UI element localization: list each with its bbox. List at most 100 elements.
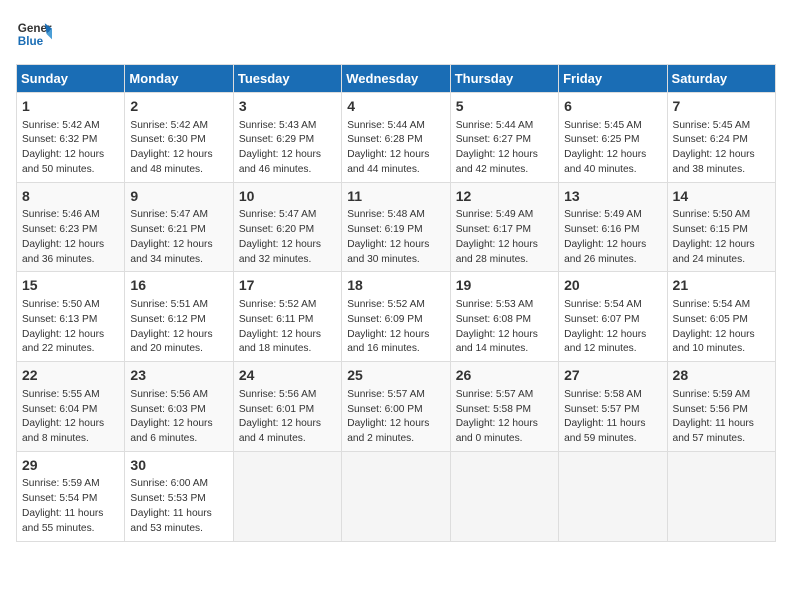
- day-number: 29: [22, 456, 119, 476]
- day-number: 5: [456, 97, 553, 117]
- day-number: 28: [673, 366, 770, 386]
- day-info: Sunrise: 5:55 AM Sunset: 6:04 PM Dayligh…: [22, 388, 119, 447]
- day-info: Sunrise: 5:42 AM Sunset: 6:32 PM Dayligh…: [22, 119, 119, 178]
- day-info: Sunrise: 5:58 AM Sunset: 5:57 PM Dayligh…: [564, 388, 661, 447]
- calendar-cell: 12Sunrise: 5:49 AM Sunset: 6:17 PM Dayli…: [450, 182, 558, 272]
- day-number: 2: [130, 97, 227, 117]
- day-info: Sunrise: 5:50 AM Sunset: 6:13 PM Dayligh…: [22, 298, 119, 357]
- day-info: Sunrise: 6:00 AM Sunset: 5:53 PM Dayligh…: [130, 477, 227, 536]
- calendar-week-2: 8Sunrise: 5:46 AM Sunset: 6:23 PM Daylig…: [17, 182, 776, 272]
- calendar-week-4: 22Sunrise: 5:55 AM Sunset: 6:04 PM Dayli…: [17, 362, 776, 452]
- calendar-cell: 9Sunrise: 5:47 AM Sunset: 6:21 PM Daylig…: [125, 182, 233, 272]
- day-info: Sunrise: 5:43 AM Sunset: 6:29 PM Dayligh…: [239, 119, 336, 178]
- calendar-table: SundayMondayTuesdayWednesdayThursdayFrid…: [16, 64, 776, 542]
- calendar-cell: 13Sunrise: 5:49 AM Sunset: 6:16 PM Dayli…: [559, 182, 667, 272]
- calendar-cell: 7Sunrise: 5:45 AM Sunset: 6:24 PM Daylig…: [667, 93, 775, 183]
- day-info: Sunrise: 5:54 AM Sunset: 6:07 PM Dayligh…: [564, 298, 661, 357]
- column-header-wednesday: Wednesday: [342, 65, 450, 93]
- day-number: 21: [673, 276, 770, 296]
- calendar-cell: 27Sunrise: 5:58 AM Sunset: 5:57 PM Dayli…: [559, 362, 667, 452]
- day-info: Sunrise: 5:42 AM Sunset: 6:30 PM Dayligh…: [130, 119, 227, 178]
- column-header-friday: Friday: [559, 65, 667, 93]
- calendar-cell: [233, 451, 341, 541]
- calendar-cell: 11Sunrise: 5:48 AM Sunset: 6:19 PM Dayli…: [342, 182, 450, 272]
- calendar-cell: 18Sunrise: 5:52 AM Sunset: 6:09 PM Dayli…: [342, 272, 450, 362]
- calendar-cell: 14Sunrise: 5:50 AM Sunset: 6:15 PM Dayli…: [667, 182, 775, 272]
- day-number: 4: [347, 97, 444, 117]
- calendar-cell: 26Sunrise: 5:57 AM Sunset: 5:58 PM Dayli…: [450, 362, 558, 452]
- day-number: 11: [347, 187, 444, 207]
- day-number: 6: [564, 97, 661, 117]
- calendar-cell: 5Sunrise: 5:44 AM Sunset: 6:27 PM Daylig…: [450, 93, 558, 183]
- column-header-sunday: Sunday: [17, 65, 125, 93]
- day-number: 10: [239, 187, 336, 207]
- logo-icon: General Blue: [16, 16, 52, 52]
- column-header-tuesday: Tuesday: [233, 65, 341, 93]
- day-info: Sunrise: 5:54 AM Sunset: 6:05 PM Dayligh…: [673, 298, 770, 357]
- calendar-cell: [342, 451, 450, 541]
- column-header-monday: Monday: [125, 65, 233, 93]
- column-header-saturday: Saturday: [667, 65, 775, 93]
- day-info: Sunrise: 5:52 AM Sunset: 6:11 PM Dayligh…: [239, 298, 336, 357]
- day-number: 26: [456, 366, 553, 386]
- calendar-cell: 24Sunrise: 5:56 AM Sunset: 6:01 PM Dayli…: [233, 362, 341, 452]
- day-number: 7: [673, 97, 770, 117]
- calendar-cell: 17Sunrise: 5:52 AM Sunset: 6:11 PM Dayli…: [233, 272, 341, 362]
- day-info: Sunrise: 5:57 AM Sunset: 6:00 PM Dayligh…: [347, 388, 444, 447]
- calendar-cell: 22Sunrise: 5:55 AM Sunset: 6:04 PM Dayli…: [17, 362, 125, 452]
- day-info: Sunrise: 5:49 AM Sunset: 6:17 PM Dayligh…: [456, 208, 553, 267]
- calendar-cell: 8Sunrise: 5:46 AM Sunset: 6:23 PM Daylig…: [17, 182, 125, 272]
- logo: General Blue: [16, 16, 52, 52]
- calendar-cell: 2Sunrise: 5:42 AM Sunset: 6:30 PM Daylig…: [125, 93, 233, 183]
- calendar-cell: 1Sunrise: 5:42 AM Sunset: 6:32 PM Daylig…: [17, 93, 125, 183]
- day-info: Sunrise: 5:44 AM Sunset: 6:28 PM Dayligh…: [347, 119, 444, 178]
- calendar-week-3: 15Sunrise: 5:50 AM Sunset: 6:13 PM Dayli…: [17, 272, 776, 362]
- day-number: 30: [130, 456, 227, 476]
- day-info: Sunrise: 5:49 AM Sunset: 6:16 PM Dayligh…: [564, 208, 661, 267]
- day-number: 1: [22, 97, 119, 117]
- day-number: 16: [130, 276, 227, 296]
- calendar-cell: [450, 451, 558, 541]
- calendar-week-5: 29Sunrise: 5:59 AM Sunset: 5:54 PM Dayli…: [17, 451, 776, 541]
- calendar-cell: 15Sunrise: 5:50 AM Sunset: 6:13 PM Dayli…: [17, 272, 125, 362]
- calendar-cell: 29Sunrise: 5:59 AM Sunset: 5:54 PM Dayli…: [17, 451, 125, 541]
- day-info: Sunrise: 5:45 AM Sunset: 6:24 PM Dayligh…: [673, 119, 770, 178]
- day-info: Sunrise: 5:59 AM Sunset: 5:54 PM Dayligh…: [22, 477, 119, 536]
- day-info: Sunrise: 5:59 AM Sunset: 5:56 PM Dayligh…: [673, 388, 770, 447]
- calendar-cell: 19Sunrise: 5:53 AM Sunset: 6:08 PM Dayli…: [450, 272, 558, 362]
- calendar-body: 1Sunrise: 5:42 AM Sunset: 6:32 PM Daylig…: [17, 93, 776, 542]
- svg-text:Blue: Blue: [18, 35, 44, 48]
- calendar-cell: 3Sunrise: 5:43 AM Sunset: 6:29 PM Daylig…: [233, 93, 341, 183]
- day-info: Sunrise: 5:45 AM Sunset: 6:25 PM Dayligh…: [564, 119, 661, 178]
- calendar-week-1: 1Sunrise: 5:42 AM Sunset: 6:32 PM Daylig…: [17, 93, 776, 183]
- calendar-cell: 25Sunrise: 5:57 AM Sunset: 6:00 PM Dayli…: [342, 362, 450, 452]
- calendar-cell: [559, 451, 667, 541]
- day-info: Sunrise: 5:48 AM Sunset: 6:19 PM Dayligh…: [347, 208, 444, 267]
- calendar-cell: 28Sunrise: 5:59 AM Sunset: 5:56 PM Dayli…: [667, 362, 775, 452]
- calendar-cell: 4Sunrise: 5:44 AM Sunset: 6:28 PM Daylig…: [342, 93, 450, 183]
- day-number: 22: [22, 366, 119, 386]
- day-info: Sunrise: 5:56 AM Sunset: 6:01 PM Dayligh…: [239, 388, 336, 447]
- day-number: 17: [239, 276, 336, 296]
- day-number: 25: [347, 366, 444, 386]
- day-number: 9: [130, 187, 227, 207]
- day-number: 27: [564, 366, 661, 386]
- column-header-thursday: Thursday: [450, 65, 558, 93]
- day-number: 3: [239, 97, 336, 117]
- day-number: 8: [22, 187, 119, 207]
- day-info: Sunrise: 5:57 AM Sunset: 5:58 PM Dayligh…: [456, 388, 553, 447]
- day-number: 23: [130, 366, 227, 386]
- day-info: Sunrise: 5:47 AM Sunset: 6:21 PM Dayligh…: [130, 208, 227, 267]
- day-info: Sunrise: 5:53 AM Sunset: 6:08 PM Dayligh…: [456, 298, 553, 357]
- calendar-cell: 10Sunrise: 5:47 AM Sunset: 6:20 PM Dayli…: [233, 182, 341, 272]
- day-number: 14: [673, 187, 770, 207]
- calendar-cell: 21Sunrise: 5:54 AM Sunset: 6:05 PM Dayli…: [667, 272, 775, 362]
- column-headers: SundayMondayTuesdayWednesdayThursdayFrid…: [17, 65, 776, 93]
- day-number: 15: [22, 276, 119, 296]
- calendar-cell: 23Sunrise: 5:56 AM Sunset: 6:03 PM Dayli…: [125, 362, 233, 452]
- day-number: 12: [456, 187, 553, 207]
- day-info: Sunrise: 5:50 AM Sunset: 6:15 PM Dayligh…: [673, 208, 770, 267]
- calendar-cell: 20Sunrise: 5:54 AM Sunset: 6:07 PM Dayli…: [559, 272, 667, 362]
- day-number: 24: [239, 366, 336, 386]
- day-info: Sunrise: 5:52 AM Sunset: 6:09 PM Dayligh…: [347, 298, 444, 357]
